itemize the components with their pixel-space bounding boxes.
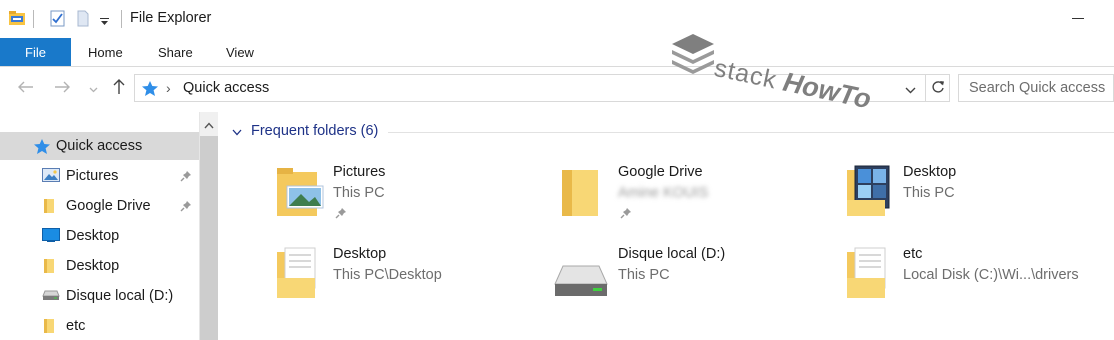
back-arrow-icon <box>18 80 34 96</box>
recent-locations-button[interactable] <box>86 76 100 100</box>
folder-tile-etc[interactable]: etc Local Disk (C:)\Wi...\drivers <box>845 244 1114 306</box>
address-bar[interactable]: › Quick access <box>134 74 926 102</box>
sidebar-item-label: etc <box>66 318 86 334</box>
star-icon <box>141 80 159 100</box>
desktop-icon <box>42 228 60 245</box>
chevron-down-icon[interactable] <box>232 123 242 139</box>
sidebar-item-etc[interactable]: etc <box>0 312 199 340</box>
pictures-folder-icon <box>275 162 327 221</box>
sidebar-item-label: Desktop <box>66 258 120 274</box>
refresh-button[interactable] <box>926 74 950 102</box>
hard-drive-icon <box>553 244 609 303</box>
window-title: File Explorer <box>130 10 212 26</box>
sidebar-item-label: Desktop <box>66 228 120 244</box>
folder-icon <box>560 162 612 221</box>
folder-icon <box>42 318 56 337</box>
navigation-pane: Quick access Pictures Google Drive Deskt… <box>0 112 199 340</box>
properties-icon[interactable] <box>50 10 66 30</box>
ribbon-tab-bar: File Home Share View <box>0 38 1114 67</box>
documents-folder-icon <box>275 244 327 303</box>
search-input[interactable] <box>959 75 1113 101</box>
up-arrow-icon <box>113 78 125 98</box>
folder-name: Desktop <box>333 246 387 262</box>
back-button[interactable] <box>14 76 38 100</box>
sidebar-item-desktop[interactable]: Desktop <box>0 222 199 250</box>
pin-icon[interactable] <box>180 169 192 185</box>
tab-share[interactable]: Share <box>158 38 193 66</box>
folder-location: This PC <box>618 267 670 283</box>
folder-location: Amine KOUIS <box>618 185 709 201</box>
chevron-down-icon <box>89 80 98 96</box>
star-icon <box>33 138 51 158</box>
quick-access-toolbar <box>8 9 26 29</box>
address-dropdown-chevron-icon[interactable] <box>905 81 916 97</box>
folder-tile-google-drive[interactable]: Google Drive Amine KOUIS <box>560 162 830 224</box>
group-divider <box>388 132 1114 133</box>
tab-file[interactable]: File <box>0 38 71 66</box>
pin-icon[interactable] <box>335 206 347 222</box>
desktop-folder-icon <box>845 162 897 221</box>
drive-icon <box>42 288 60 304</box>
new-folder-icon[interactable] <box>76 10 90 30</box>
tab-view[interactable]: View <box>226 38 254 66</box>
sidebar-item-label: Google Drive <box>66 198 151 214</box>
folder-name: etc <box>903 246 923 262</box>
toolbar-separator <box>33 10 34 28</box>
tab-home[interactable]: Home <box>88 38 123 66</box>
toolbar-separator <box>121 10 122 28</box>
refresh-icon <box>931 80 945 97</box>
sidebar-item-google-drive[interactable]: Google Drive <box>0 192 199 220</box>
scrollbar-thumb[interactable] <box>200 136 218 340</box>
folder-location: This PC\Desktop <box>333 267 442 283</box>
folder-location: Local Disk (C:)\Wi...\drivers <box>903 267 1079 283</box>
forward-button[interactable] <box>50 76 74 100</box>
pin-icon[interactable] <box>180 199 192 215</box>
folder-tile-desktop[interactable]: Desktop This PC <box>845 162 1114 224</box>
breadcrumb-quick-access[interactable]: Quick access <box>183 80 269 96</box>
folder-icon <box>42 258 56 277</box>
folder-name: Google Drive <box>618 164 703 180</box>
group-title: Frequent folders (6) <box>251 123 379 139</box>
explorer-folder-icon[interactable] <box>8 10 26 29</box>
frequent-folders-group-header[interactable]: Frequent folders (6) <box>232 123 378 139</box>
sidebar-item-pictures[interactable]: Pictures <box>0 162 199 190</box>
scroll-up-arrow-icon[interactable] <box>204 116 214 132</box>
search-box[interactable] <box>958 74 1114 102</box>
folder-location: This PC <box>333 185 385 201</box>
sidebar-item-label: Disque local (D:) <box>66 288 174 304</box>
folder-name: Desktop <box>903 164 957 180</box>
breadcrumb-chevron-icon[interactable]: › <box>166 80 171 96</box>
folder-icon <box>42 198 56 217</box>
pictures-icon <box>42 168 60 185</box>
sidebar-item-desktop-2[interactable]: Desktop <box>0 252 199 280</box>
folder-name: Pictures <box>333 164 386 180</box>
folder-tile-pictures[interactable]: Pictures This PC <box>275 162 545 224</box>
sidebar-item-quick-access[interactable]: Quick access <box>0 132 199 160</box>
folder-tile-disque-local-d[interactable]: Disque local (D:) This PC <box>553 244 823 306</box>
title-bar: File Explorer <box>0 0 1114 38</box>
folder-name: Disque local (D:) <box>618 246 726 262</box>
forward-arrow-icon <box>54 80 70 96</box>
sidebar-item-label: Quick access <box>56 138 143 154</box>
folder-location: This PC <box>903 185 955 201</box>
customize-toolbar-chevron-icon[interactable] <box>100 14 109 30</box>
sidebar-item-disque-local-d[interactable]: Disque local (D:) <box>0 282 199 310</box>
documents-folder-icon <box>845 244 897 303</box>
sidebar-scrollbar[interactable] <box>199 112 218 340</box>
folder-tile-desktop-2[interactable]: Desktop This PC\Desktop <box>275 244 545 306</box>
pin-icon[interactable] <box>620 206 632 222</box>
sidebar-item-label: Pictures <box>66 168 119 184</box>
up-button[interactable] <box>108 76 130 100</box>
minimize-button[interactable] <box>1072 18 1084 19</box>
